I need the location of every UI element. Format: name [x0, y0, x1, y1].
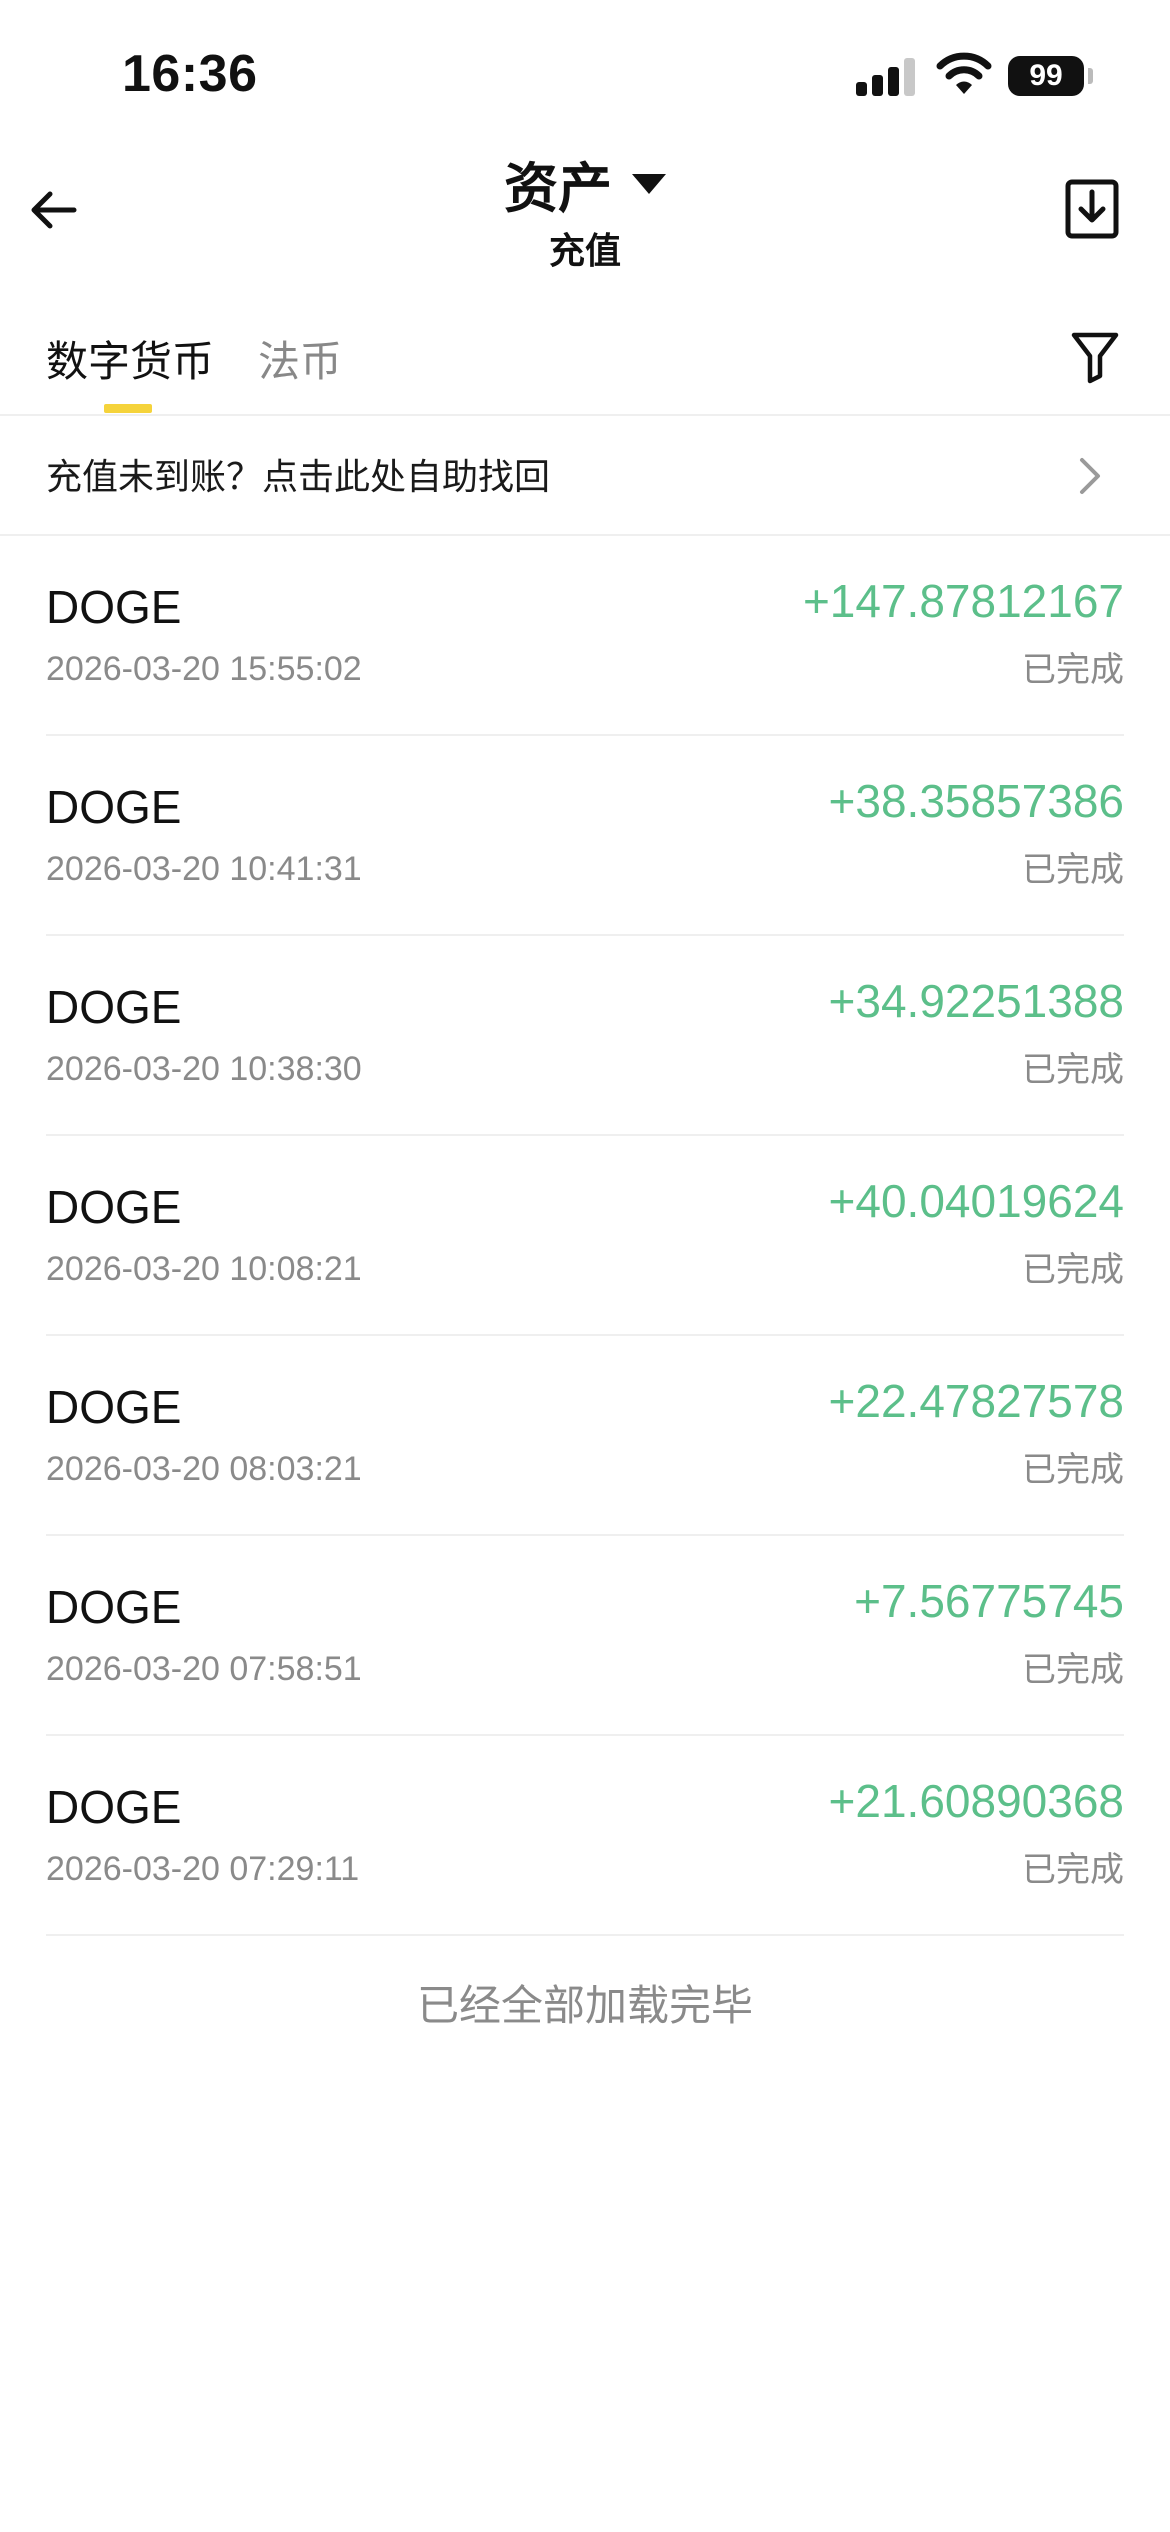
transaction-amount: +40.04019624 — [828, 1175, 1124, 1227]
transaction-status: 已完成 — [1022, 851, 1124, 889]
list-end-message: 已经全部加载完毕 — [416, 1982, 753, 2029]
transaction-status: 已完成 — [1022, 1051, 1124, 1089]
transaction-row[interactable]: DOGE 2026-03-20 08:03:21 +22.47827578 已完… — [0, 1336, 1170, 1536]
caret-down-icon[interactable] — [632, 173, 666, 194]
transaction-list: DOGE 2026-03-20 15:55:02 +147.87812167 已… — [0, 536, 1170, 1936]
nav-header: 资产 充值 — [0, 140, 1170, 280]
transaction-row[interactable]: DOGE 2026-03-20 15:55:02 +147.87812167 已… — [0, 536, 1170, 736]
row-divider — [46, 1934, 1124, 1936]
notice-text: 充值未到账？点击此处自助找回 — [46, 456, 551, 497]
transaction-date: 2026-03-20 15:55:02 — [46, 650, 362, 688]
transaction-amount: +7.56775745 — [854, 1575, 1124, 1627]
transaction-amount: +38.35857386 — [828, 775, 1124, 827]
transaction-amount: +21.60890368 — [828, 1775, 1124, 1827]
transaction-row[interactable]: DOGE 2026-03-20 10:08:21 +40.04019624 已完… — [0, 1136, 1170, 1336]
title-selector[interactable]: 资产 — [0, 144, 1170, 223]
battery-indicator: 99 — [1008, 56, 1084, 96]
coin-symbol: DOGE — [46, 1181, 182, 1233]
coin-symbol: DOGE — [46, 781, 182, 833]
coin-symbol: DOGE — [46, 1581, 182, 1633]
transaction-status: 已完成 — [1022, 1451, 1124, 1489]
deposit-recovery-link[interactable]: 充值未到账？点击此处自助找回 — [0, 416, 1170, 536]
transaction-date: 2026-03-20 10:41:31 — [46, 850, 362, 888]
page-subtitle: 充值 — [548, 230, 621, 271]
transaction-date: 2026-03-20 10:38:30 — [46, 1050, 362, 1088]
status-time: 16:36 — [122, 45, 258, 103]
coin-symbol: DOGE — [46, 581, 182, 633]
status-bar: 16:36 99 — [0, 0, 1170, 150]
transaction-status: 已完成 — [1022, 1851, 1124, 1889]
filter-icon[interactable] — [1070, 330, 1120, 384]
transaction-status: 已完成 — [1022, 1251, 1124, 1289]
transaction-row[interactable]: DOGE 2026-03-20 10:41:31 +38.35857386 已完… — [0, 736, 1170, 936]
tab-digital-currency[interactable]: 数字货币 — [46, 328, 214, 389]
cellular-signal-icon — [856, 58, 916, 96]
transaction-date: 2026-03-20 10:08:21 — [46, 1250, 362, 1288]
transaction-date: 2026-03-20 08:03:21 — [46, 1450, 362, 1488]
coin-symbol: DOGE — [46, 1381, 182, 1433]
chevron-right-icon — [1080, 458, 1100, 494]
tab-fiat[interactable]: 法币 — [258, 328, 342, 389]
wifi-icon — [936, 52, 992, 94]
download-export-icon[interactable] — [1064, 178, 1120, 240]
battery-nub — [1088, 68, 1093, 84]
transaction-row[interactable]: DOGE 2026-03-20 07:29:11 +21.60890368 已完… — [0, 1736, 1170, 1936]
coin-symbol: DOGE — [46, 1781, 182, 1833]
transaction-amount: +22.47827578 — [828, 1375, 1124, 1427]
active-tab-underline — [104, 404, 152, 413]
transaction-amount: +34.92251388 — [828, 975, 1124, 1027]
tab-bar: 数字货币 法币 — [0, 300, 1170, 416]
transaction-row[interactable]: DOGE 2026-03-20 07:58:51 +7.56775745 已完成 — [0, 1536, 1170, 1736]
transaction-date: 2026-03-20 07:58:51 — [46, 1650, 362, 1688]
page-title: 资产 — [504, 159, 612, 219]
transaction-date: 2026-03-20 07:29:11 — [46, 1850, 360, 1888]
transaction-status: 已完成 — [1022, 1651, 1124, 1689]
transaction-status: 已完成 — [1022, 651, 1124, 689]
coin-symbol: DOGE — [46, 981, 182, 1033]
transaction-row[interactable]: DOGE 2026-03-20 10:38:30 +34.92251388 已完… — [0, 936, 1170, 1136]
transaction-amount: +147.87812167 — [802, 575, 1124, 627]
